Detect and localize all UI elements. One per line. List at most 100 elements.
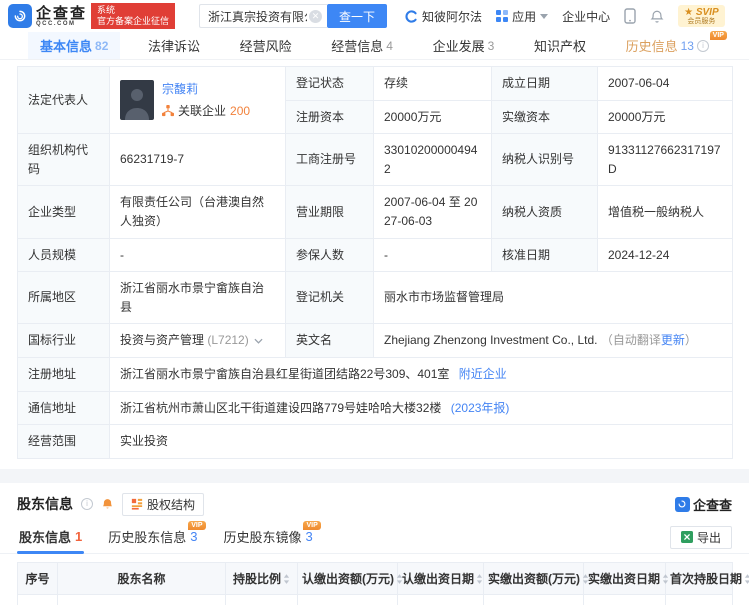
biz-term-label: 营业期限	[285, 185, 374, 239]
tab-label: 知识产权	[533, 39, 586, 54]
biz-reg-no-value: 330102000004942	[373, 133, 492, 187]
tab-operation-info[interactable]: 经营信息 4	[319, 32, 405, 59]
gov-badge-line2: 官方备案企业征信	[97, 16, 170, 26]
info-icon[interactable]: i	[696, 39, 709, 52]
apps-grid-icon	[496, 10, 509, 22]
info-icon[interactable]: i	[81, 498, 93, 511]
chevron-down-icon[interactable]	[254, 338, 263, 345]
mobile-app-icon[interactable]	[624, 8, 636, 24]
reg-address-text: 浙江省丽水市景宁畲族自治县红星街道团结路22号309、401室	[120, 366, 450, 381]
tab-label: 历史信息	[625, 39, 678, 54]
export-button[interactable]: 导出	[669, 525, 732, 549]
col-subscribed-date[interactable]: 认缴出资日期	[397, 561, 484, 595]
tab-operation-risk[interactable]: 经营风险	[228, 32, 304, 59]
tab-basic-info[interactable]: 基本信息 82	[28, 32, 121, 59]
legal-rep-cell: 宗馥莉 关联企业 200	[109, 65, 286, 135]
col-paid-date[interactable]: 实缴出资日期	[583, 561, 669, 595]
search-bar: ✕ 查一下	[199, 4, 388, 28]
col-ratio[interactable]: 持股比例	[225, 561, 298, 595]
shareholders-title: 股东信息	[17, 496, 73, 513]
vip-badge: VIP	[188, 520, 206, 530]
apps-menu[interactable]: 应用	[496, 8, 549, 25]
org-code-value: 66231719-7	[109, 133, 286, 187]
qcc-logo-icon	[8, 4, 32, 28]
equity-structure-button[interactable]: 股权结构	[122, 492, 205, 516]
annual-report-link[interactable]: (2023年报)	[451, 401, 510, 415]
tab-label: 历史股东信息	[108, 529, 187, 545]
authority-label: 登记机关	[285, 271, 374, 325]
enterprise-center-link[interactable]: 企业中心	[562, 8, 610, 25]
company-type-value: 有限责任公司（台港澳自然人独资）	[109, 185, 286, 239]
reg-status-label: 登记状态	[285, 66, 374, 101]
section-divider	[0, 468, 749, 483]
enterprise-center-label: 企业中心	[562, 9, 611, 24]
industry-code: (L7212)	[207, 333, 249, 348]
svip-label: ★ SVIP	[684, 6, 719, 18]
tab-shareholders-current[interactable]: 股东信息 1	[17, 522, 85, 554]
tab-intellectual-property[interactable]: 知识产权	[522, 32, 598, 59]
gov-record-badge: 系统 官方备案企业征信	[91, 3, 176, 29]
shareholders-tabs: 股东信息 1 历史股东信息 3 VIP 历史股东镜像 3 VIP 导出	[0, 520, 749, 554]
insured-value: -	[373, 237, 492, 273]
paid-capital-label: 实缴资本	[491, 99, 598, 135]
related-companies-count[interactable]: 200	[230, 102, 250, 121]
sort-icon[interactable]	[744, 573, 749, 584]
industry-value[interactable]: 投资与资产管理 (L7212)	[109, 323, 286, 358]
staff-size-value: -	[109, 237, 286, 273]
vip-badge: VIP	[709, 31, 727, 40]
gov-badge-line1: 系统	[97, 5, 116, 16]
tab-label: 企业发展	[432, 39, 485, 54]
notification-bell-icon[interactable]	[650, 9, 664, 24]
col-paid-amount[interactable]: 实缴出资额(万元)	[483, 561, 589, 595]
biz-scope-label: 经营范围	[17, 424, 110, 459]
sort-icon[interactable]	[662, 573, 669, 584]
staff-size-label: 人员规模	[17, 237, 110, 273]
subscribed-amount: 20000	[297, 593, 398, 605]
tab-shareholders-history[interactable]: 历史股东信息 3 VIP	[106, 520, 206, 553]
qcc-logo[interactable]: 企查查 QCC.COM 系统 官方备案企业征信	[8, 3, 176, 29]
related-companies-label[interactable]: 关联企业	[178, 102, 226, 121]
mail-address-label: 通信地址	[17, 390, 110, 426]
export-excel-icon	[680, 531, 693, 544]
tab-enterprise-development[interactable]: 企业发展 3	[421, 32, 507, 59]
tab-shareholders-mirror[interactable]: 历史股东镜像 3 VIP	[222, 520, 321, 553]
search-button[interactable]: 查一下	[327, 4, 388, 28]
shareholders-table: 序号 股东名称 持股比例 认缴出资额(万元) 认缴出资日期 实缴出资额(万元) …	[17, 561, 749, 605]
svip-badge[interactable]: ★ SVIP 会员服务	[678, 4, 725, 28]
est-date-value: 2007-06-04	[597, 66, 733, 101]
zhibi-alpha-link[interactable]: 知彼阿尔法	[405, 8, 482, 25]
sort-icon[interactable]	[283, 573, 290, 584]
svip-sublabel: 会员服务	[687, 17, 716, 25]
search-input[interactable]	[199, 4, 328, 28]
en-name-update-link[interactable]: 更新	[661, 333, 685, 347]
subscribed-date: -	[397, 593, 484, 605]
first-holding-date: 2024-04-03	[665, 593, 733, 605]
shareholders-header: 股东信息 i 股权结构 企查查	[0, 483, 749, 520]
en-name-note: （自动翻译	[600, 333, 661, 348]
shareholders-table-header-row: 序号 股东名称 持股比例 认缴出资额(万元) 认缴出资日期 实缴出资额(万元) …	[17, 561, 749, 595]
col-subscribed-amount[interactable]: 认缴出资额(万元)	[297, 561, 403, 595]
taxpayer-id-value: 91331127662317197D	[597, 133, 733, 187]
qcc-watermark-icon	[674, 496, 690, 512]
col-first-holding-date[interactable]: 首次持股日期	[665, 561, 749, 595]
top-links: 知彼阿尔法 应用 企业中心 ★ SVIP 会员服务	[405, 4, 725, 28]
industry-label: 国标行业	[17, 323, 110, 358]
tab-history-info[interactable]: 历史信息 13 VIP i	[614, 31, 727, 59]
sort-icon[interactable]	[476, 573, 483, 584]
org-code-label: 组织机构代码	[17, 133, 110, 187]
company-type-label: 企业类型	[17, 185, 110, 239]
tab-count: 3	[305, 528, 313, 544]
mail-address-value: 浙江省杭州市萧山区北干街道建设四路779号娃哈哈大楼32楼 (2023年报)	[109, 390, 733, 426]
mail-address-text: 浙江省杭州市萧山区北干街道建设四路779号娃哈哈大楼32楼	[120, 400, 442, 415]
main-tab-bar: 基本信息 82 法律诉讼 经营风险 经营信息 4 企业发展 3 知识产权 历史信息 1…	[0, 31, 749, 60]
monitor-bell-icon[interactable]	[101, 497, 114, 511]
region-value: 浙江省丽水市景宁畲族自治县	[109, 271, 286, 325]
tab-legal-litigation[interactable]: 法律诉讼	[136, 32, 212, 59]
tab-count: 13	[680, 38, 694, 53]
tab-label: 基本信息	[40, 39, 93, 54]
equity-structure-icon	[131, 499, 143, 510]
legal-rep-name-link[interactable]: 宗馥莉	[162, 80, 250, 99]
nearby-companies-link[interactable]: 附近企业	[459, 367, 507, 381]
clear-icon[interactable]: ✕	[309, 9, 323, 23]
col-shareholder-name: 股东名称	[57, 561, 226, 595]
